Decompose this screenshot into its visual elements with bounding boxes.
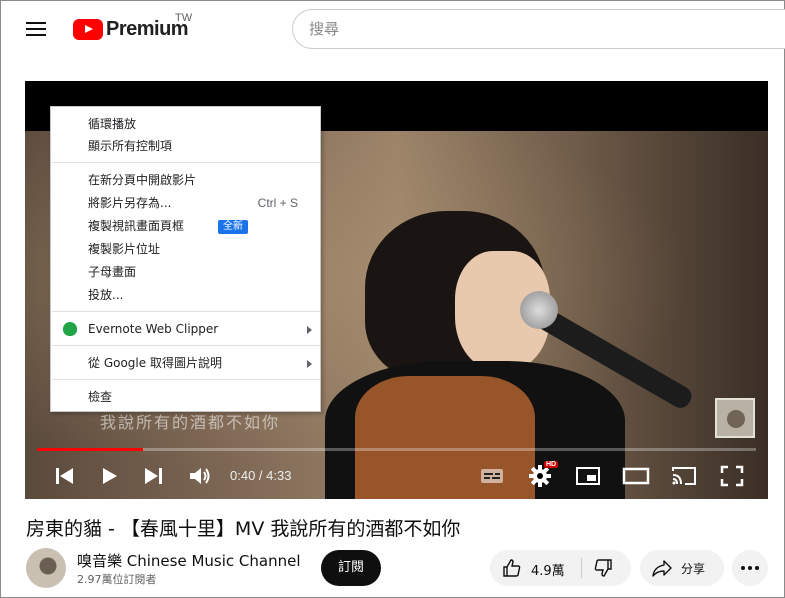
progress-fill	[37, 448, 144, 451]
evernote-icon	[63, 322, 77, 336]
menu-separator	[52, 345, 320, 346]
player-controls: 0:40 / 4:33 HD	[25, 456, 768, 499]
submenu-arrow-icon	[307, 326, 312, 334]
hamburger-menu-icon[interactable]	[24, 18, 48, 40]
menu-item-label: 投放...	[88, 288, 124, 302]
new-badge: 全新	[218, 219, 249, 234]
next-icon[interactable]	[139, 464, 167, 488]
menu-separator	[52, 379, 320, 380]
menu-item-copy-video-address[interactable]: 複製影片位址	[51, 238, 320, 260]
channel-avatar[interactable]	[26, 548, 66, 588]
menu-item-google-image-description[interactable]: 從 Google 取得圖片說明	[51, 352, 320, 374]
channel-watermark[interactable]	[715, 398, 755, 438]
menu-item-label: 子母畫面	[88, 265, 137, 279]
share-icon	[652, 560, 672, 577]
video-subtitle: 我說所有的酒都不如你	[100, 413, 281, 432]
more-dots-icon	[741, 566, 745, 570]
video-title: 房東的貓 - 【春風十里】MV 我說所有的酒都不如你	[26, 518, 461, 540]
submenu-arrow-icon	[307, 360, 312, 368]
menu-item-label: 顯示所有控制項	[88, 139, 173, 153]
menu-item-label: 複製影片位址	[88, 242, 161, 256]
thumbs-down-icon[interactable]	[593, 558, 613, 578]
menu-item-inspect[interactable]: 檢查	[51, 386, 320, 408]
cast-icon[interactable]	[670, 464, 698, 488]
more-actions-button[interactable]	[732, 550, 768, 586]
like-count[interactable]: 4.9萬	[531, 560, 565, 579]
menu-separator	[52, 311, 320, 312]
fullscreen-icon[interactable]	[718, 464, 746, 488]
menu-item-copy-video-frame[interactable]: 複製視訊畫面頁框 全新	[51, 215, 320, 237]
previous-icon[interactable]	[51, 464, 79, 488]
more-dots-icon	[748, 566, 752, 570]
menu-item-picture-in-picture[interactable]: 子母畫面	[51, 261, 320, 283]
share-label: 分享	[681, 562, 706, 576]
shortcut-label: Ctrl + S	[257, 196, 298, 210]
menu-item-save-video[interactable]: 將影片另存為... Ctrl + S	[51, 192, 320, 214]
menu-item-show-controls[interactable]: 顯示所有控制項	[51, 135, 320, 157]
menu-item-loop[interactable]: 循環播放	[51, 113, 320, 135]
progress-bar[interactable]	[37, 448, 756, 451]
hd-badge: HD	[544, 461, 559, 468]
channel-name[interactable]: 嗅音樂 Chinese Music Channel	[77, 550, 301, 571]
menu-item-label: 從 Google 取得圖片說明	[88, 356, 222, 370]
theater-mode-icon[interactable]	[622, 464, 650, 488]
menu-item-evernote[interactable]: Evernote Web Clipper	[51, 318, 320, 340]
youtube-premium-logo[interactable]: Premium	[73, 16, 189, 42]
time-display: 0:40 / 4:33	[230, 468, 292, 483]
volume-icon[interactable]	[186, 464, 214, 488]
menu-item-cast[interactable]: 投放...	[51, 284, 320, 306]
youtube-play-icon	[73, 18, 103, 40]
divider	[581, 558, 582, 578]
menu-item-label: Evernote Web Clipper	[88, 322, 219, 336]
like-dislike-group: 4.9萬	[490, 550, 631, 586]
menu-item-label: 在新分頁中開啟影片	[88, 173, 197, 187]
miniplayer-icon[interactable]	[574, 464, 602, 488]
thumbs-up-icon[interactable]	[502, 558, 522, 578]
play-icon[interactable]	[95, 464, 123, 488]
menu-item-label: 複製視訊畫面頁框	[88, 219, 185, 233]
search-input[interactable]	[292, 9, 785, 49]
menu-separator	[52, 162, 320, 163]
context-menu: 循環播放 顯示所有控制項 在新分頁中開啟影片 將影片另存為... Ctrl + S…	[50, 106, 321, 412]
subscriber-count: 2.97萬位訂閱者	[77, 573, 157, 586]
menu-item-label: 檢查	[88, 390, 113, 404]
subtitles-icon[interactable]	[478, 464, 506, 488]
more-dots-icon	[755, 566, 759, 570]
subscribe-button[interactable]: 訂閱	[321, 550, 381, 586]
share-button[interactable]: 分享	[640, 550, 724, 586]
menu-item-label: 將影片另存為...	[88, 196, 172, 210]
menu-item-label: 循環播放	[88, 117, 137, 131]
menu-item-open-in-new-tab[interactable]: 在新分頁中開啟影片	[51, 169, 320, 191]
region-code: TW	[175, 12, 193, 24]
